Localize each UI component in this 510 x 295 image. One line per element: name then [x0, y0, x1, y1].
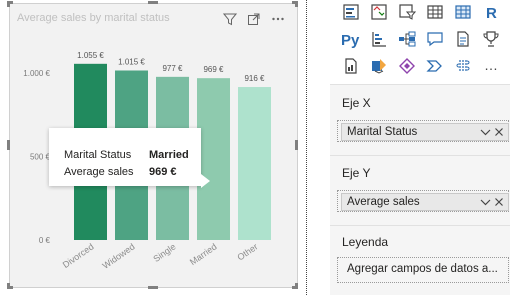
- chevron-down-icon[interactable]: [480, 195, 491, 213]
- y-tick-label: 1.000 €: [23, 69, 50, 78]
- matrix-icon[interactable]: [452, 1, 474, 23]
- data-label: 969 €: [203, 65, 224, 74]
- tooltip-value-2: 969 €: [149, 166, 177, 178]
- more-visuals-icon[interactable]: …: [480, 55, 502, 77]
- y-tick-label: 500 €: [30, 153, 51, 162]
- x-axis-field-chip[interactable]: Marital Status: [341, 123, 509, 141]
- y-axis-field-name: Average sales: [347, 196, 420, 208]
- x-axis-field-well[interactable]: Marital Status: [337, 120, 509, 142]
- paginated-report-icon[interactable]: [340, 55, 362, 77]
- x-axis-field-name: Marital Status: [347, 126, 418, 138]
- tooltip-label-2: Average sales: [64, 166, 134, 178]
- legend-field-well[interactable]: Agregar campos de datos a...: [337, 257, 509, 283]
- table-icon[interactable]: [424, 1, 446, 23]
- y-axis-field-chip[interactable]: Average sales: [341, 193, 509, 211]
- narrative-icon[interactable]: [452, 28, 474, 50]
- power-automate-icon[interactable]: [396, 55, 418, 77]
- x-tick-label: Widowed: [101, 241, 137, 270]
- data-label: 916 €: [244, 74, 265, 83]
- x-tick-label: Divorced: [61, 241, 96, 270]
- chevron-down-icon[interactable]: [480, 125, 491, 143]
- x-tick-label: Other: [235, 241, 259, 262]
- x-tick-label: Single: [151, 241, 177, 264]
- svg-text:R: R: [486, 5, 497, 21]
- power-apps-icon[interactable]: [368, 55, 390, 77]
- bar-other[interactable]: [238, 87, 271, 240]
- data-label: 1.055 €: [77, 51, 104, 60]
- section-separator: [330, 225, 510, 226]
- y-axis-well-label: Eje Y: [342, 166, 371, 180]
- remove-field-icon[interactable]: [494, 125, 504, 143]
- visualizations-pane: R Py … Eje X Marital Status Eje Y Averag…: [330, 0, 510, 295]
- y-axis-field-well[interactable]: Average sales: [337, 190, 509, 212]
- tooltip-value-1: Married: [149, 149, 189, 161]
- azure-map-icon[interactable]: [424, 55, 446, 77]
- tooltip-pointer: [201, 174, 210, 188]
- gallery-separator: [330, 84, 510, 85]
- legend-well-label: Leyenda: [342, 235, 389, 249]
- data-label: 1.015 €: [118, 57, 145, 66]
- remove-field-icon[interactable]: [494, 195, 504, 213]
- legend-placeholder: Agregar campos de datos a...: [347, 263, 498, 275]
- column-chart-icon[interactable]: [368, 1, 390, 23]
- chart-panel: Average sales by marital status 0 €500 €…: [0, 0, 307, 295]
- svg-text:…: …: [484, 57, 498, 73]
- visualization-gallery: R Py …: [330, 0, 510, 84]
- r-visual-icon[interactable]: R: [480, 1, 502, 23]
- bar-married[interactable]: [197, 78, 230, 240]
- funnel-icon[interactable]: [396, 1, 418, 23]
- python-visual-icon[interactable]: Py: [340, 28, 362, 50]
- qa-icon[interactable]: [424, 28, 446, 50]
- stacked-bar-icon[interactable]: [340, 1, 362, 23]
- arcgis-icon[interactable]: [452, 55, 474, 77]
- tooltip-label-1: Marital Status: [64, 149, 132, 161]
- decomposition-tree-icon[interactable]: [396, 28, 418, 50]
- x-tick-label: Married: [188, 241, 219, 267]
- y-tick-label: 0 €: [39, 236, 51, 245]
- data-label: 977 €: [162, 64, 183, 73]
- goals-icon[interactable]: [480, 28, 502, 50]
- key-influencers-icon[interactable]: [368, 28, 390, 50]
- svg-text:Py: Py: [341, 32, 360, 48]
- section-separator: [330, 155, 510, 156]
- chart-tooltip: Marital Status Married Average sales 969…: [49, 128, 201, 186]
- x-axis-well-label: Eje X: [342, 96, 371, 110]
- pane-divider: [306, 0, 307, 295]
